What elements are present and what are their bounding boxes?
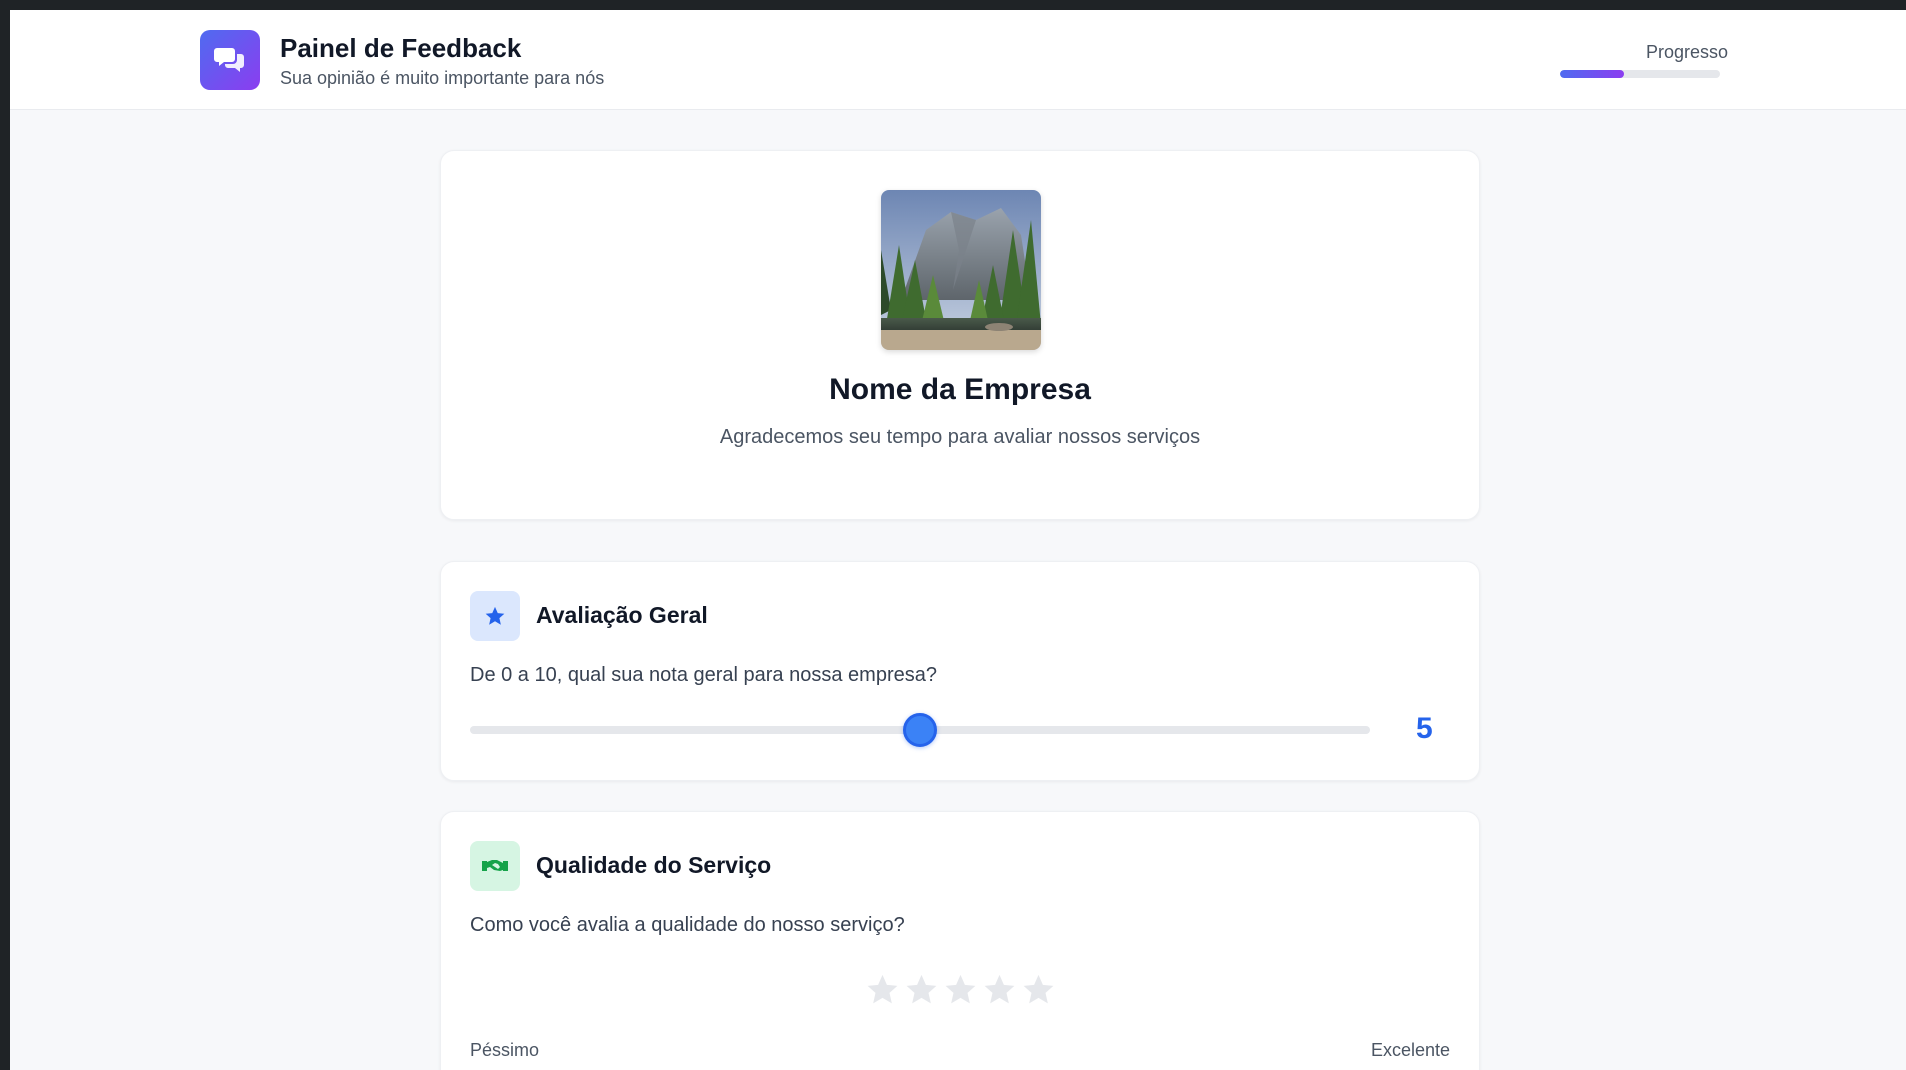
service-quality-title: Qualidade do Serviço: [536, 852, 772, 878]
chat-bubbles-icon: [200, 30, 260, 90]
overall-rating-card: Avaliação Geral De 0 a 10, qual sua nota…: [440, 561, 1480, 781]
overall-rating-slider[interactable]: [470, 713, 1370, 747]
app-window: Painel de Feedback Sua opinião é muito i…: [10, 10, 1906, 1070]
progress-bar-fill: [1560, 70, 1624, 78]
scale-min-label: Péssimo: [470, 1040, 540, 1060]
service-quality-card: Qualidade do Serviço Como você avalia a …: [440, 811, 1480, 1070]
page-subtitle: Sua opinião é muito importante para nós: [280, 68, 605, 88]
company-photo: [881, 190, 1041, 350]
top-header: Painel de Feedback Sua opinião é muito i…: [10, 10, 1906, 110]
handshake-icon: [470, 841, 520, 891]
service-quality-question: Como você avalia a qualidade do nosso se…: [470, 914, 905, 936]
star-2-icon[interactable]: [904, 972, 939, 1007]
company-card: Nome da Empresa Agradecemos seu tempo pa…: [440, 150, 1480, 520]
overall-rating-value: 5: [1416, 712, 1433, 745]
star-4-icon[interactable]: [982, 972, 1017, 1007]
star-5-icon[interactable]: [1021, 972, 1056, 1007]
company-name: Nome da Empresa: [829, 373, 1091, 406]
star-3-icon[interactable]: [943, 972, 978, 1007]
overall-rating-question: De 0 a 10, qual sua nota geral para noss…: [470, 664, 937, 686]
star-icon: [470, 591, 520, 641]
company-tagline: Agradecemos seu tempo para avaliar nosso…: [719, 426, 1201, 448]
slider-thumb[interactable]: [903, 713, 937, 747]
scale-max-label: Excelente: [1370, 1040, 1450, 1060]
star-1-icon[interactable]: [865, 972, 900, 1007]
overall-rating-title: Avaliação Geral: [536, 602, 708, 628]
progress-label: Progresso: [1645, 42, 1728, 62]
star-rating: [441, 972, 1479, 1007]
progress-bar: [1560, 70, 1720, 78]
page-title: Painel de Feedback: [280, 33, 522, 63]
